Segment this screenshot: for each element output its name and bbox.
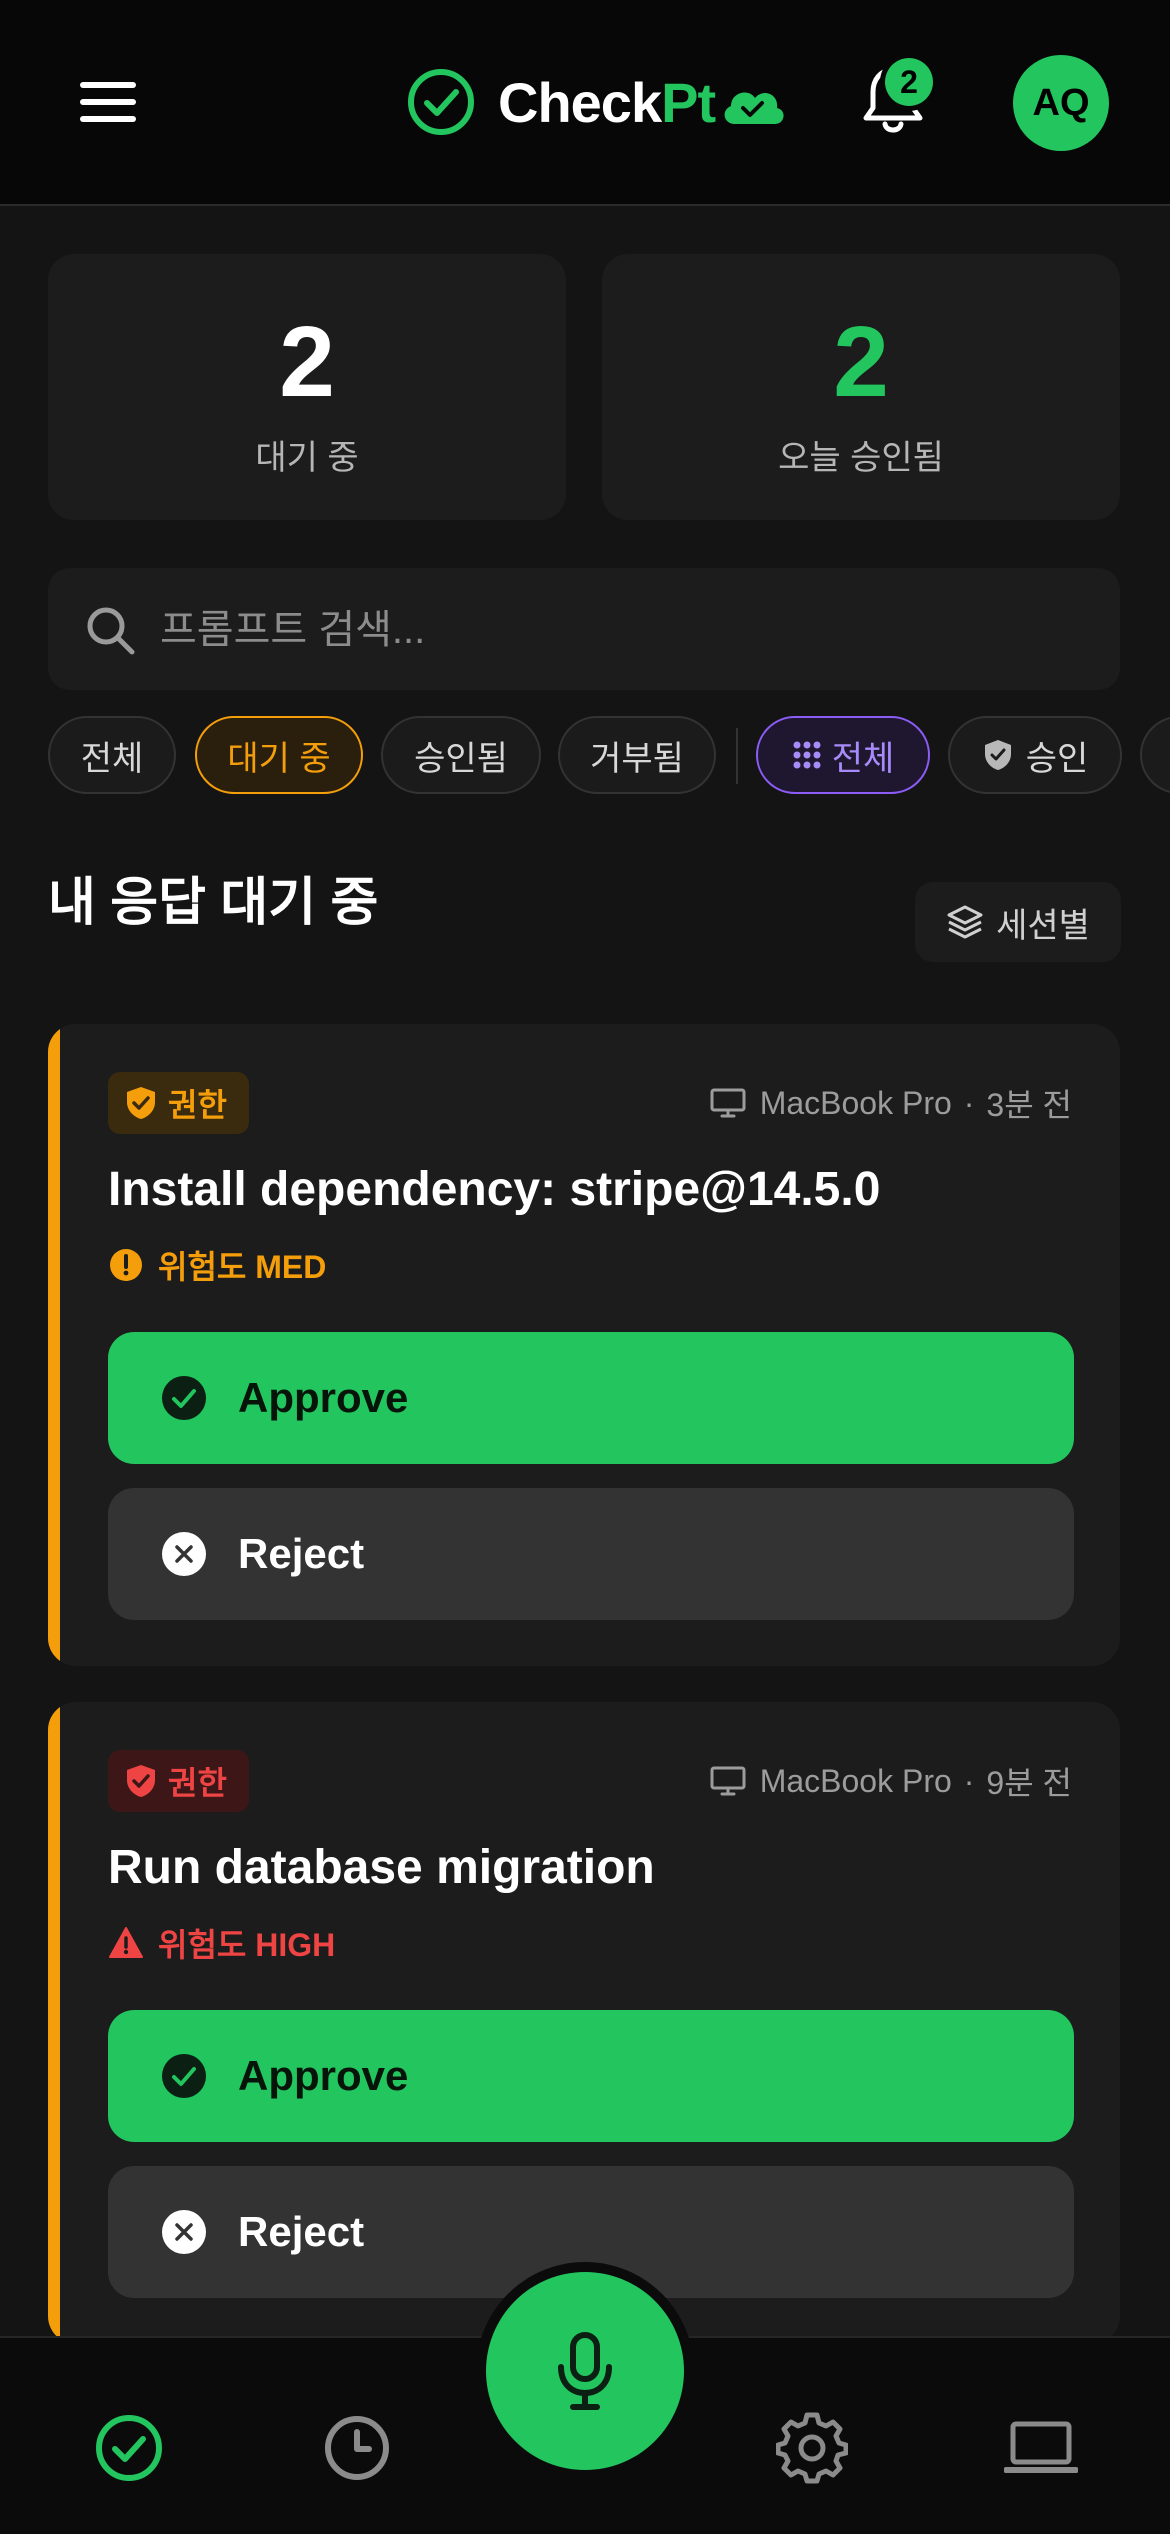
filter-status-pending[interactable]: 대기 중 (195, 716, 363, 794)
permission-badge-label: 권한 (168, 1087, 227, 1123)
stat-approved-label: 오늘 승인됨 (778, 439, 944, 477)
reject-label: Reject (238, 1530, 365, 1577)
group-by-session-button[interactable]: 세션별 (915, 882, 1121, 962)
gear-icon[interactable] (776, 2412, 848, 2484)
meta-separator: · (963, 1762, 975, 1799)
monitor-icon (710, 1766, 746, 1796)
check-circle-icon (162, 1376, 206, 1420)
shield-check-icon (127, 1087, 155, 1119)
monitor-icon (710, 1088, 746, 1118)
stat-approved-value: 2 (833, 306, 889, 418)
search-icon (87, 607, 135, 655)
approve-label: Approve (238, 1374, 409, 1421)
search-input[interactable] (158, 598, 1062, 662)
risk-level: 위험도 HIGH (108, 1920, 335, 1966)
layers-icon (947, 905, 983, 939)
stat-pending: 2 대기 중 (48, 254, 566, 520)
stat-pending-label: 대기 중 (255, 439, 359, 477)
warning-triangle-icon (109, 1927, 143, 1958)
device-name: MacBook Pro (759, 1084, 952, 1121)
filter-type-approval-label: 승인 (1025, 739, 1089, 778)
filter-type-all[interactable]: 전체 (756, 716, 930, 794)
app-header: CheckPt 2 AQ (0, 0, 1170, 206)
approve-button[interactable]: Approve (108, 1332, 1074, 1464)
risk-level-label: 위험도 HIGH (158, 1927, 336, 1963)
app-logo: CheckPt (406, 66, 787, 138)
card-time: 3분 전 (986, 1087, 1072, 1123)
avatar[interactable]: AQ (1013, 55, 1109, 151)
meta-separator: · (963, 1084, 975, 1121)
cloud-check-icon (724, 92, 784, 124)
filter-status-all[interactable]: 전체 (48, 716, 176, 794)
approval-card: 권한 MacBook Pro · 3분 전 Install dependency… (48, 1024, 1120, 1666)
card-meta: MacBook Pro · 9분 전 (710, 1758, 1072, 1804)
filter-status-rejected[interactable]: 거부됨 (558, 716, 716, 794)
approve-label: Approve (238, 2052, 409, 2099)
clock-icon[interactable] (321, 2412, 393, 2484)
device-name: MacBook Pro (759, 1762, 952, 1799)
stat-pending-value: 2 (279, 306, 335, 418)
group-by-session-label: 세션별 (996, 906, 1090, 945)
card-meta: MacBook Pro · 3분 전 (710, 1080, 1072, 1126)
shield-check-icon (127, 1765, 155, 1797)
menu-icon[interactable] (80, 82, 136, 122)
reject-label: Reject (238, 2208, 365, 2255)
permission-badge-label: 권한 (168, 1765, 227, 1801)
check-circle-icon (162, 2054, 206, 2098)
card-time: 9분 전 (986, 1765, 1072, 1801)
x-circle-icon (162, 1532, 206, 1576)
card-title: Install dependency: stripe@14.5.0 (108, 1163, 881, 1216)
app-name: CheckPt (498, 70, 716, 134)
mic-button[interactable] (486, 2272, 684, 2470)
risk-level: 위험도 MED (108, 1242, 326, 1288)
filter-divider (736, 728, 738, 784)
stat-approved-today: 2 오늘 승인됨 (602, 254, 1120, 520)
grid-icon (793, 741, 821, 769)
check-circle-icon[interactable] (93, 2412, 165, 2484)
approve-button[interactable]: Approve (108, 2010, 1074, 2142)
risk-level-label: 위험도 MED (158, 1249, 327, 1285)
reject-button[interactable]: Reject (108, 1488, 1074, 1620)
section-title: 내 응답 대기 중 (48, 874, 379, 932)
permission-badge: 권한 (108, 1750, 249, 1812)
filter-chip-overflow[interactable] (1140, 716, 1170, 794)
card-title: Run database migration (108, 1841, 655, 1894)
notification-badge: 2 (885, 58, 933, 106)
filter-type-approval[interactable]: 승인 (948, 716, 1122, 794)
shield-check-icon (984, 740, 1011, 770)
mic-icon (558, 2332, 612, 2410)
filter-type-all-label: 전체 (831, 739, 895, 778)
filter-status-approved[interactable]: 승인됨 (381, 716, 541, 794)
laptop-icon[interactable] (1004, 2412, 1078, 2484)
alert-circle-icon (110, 1249, 142, 1281)
check-circle-logo-icon (408, 69, 474, 135)
permission-badge: 권한 (108, 1072, 249, 1134)
x-circle-icon (162, 2210, 206, 2254)
approval-card: 권한 MacBook Pro · 9분 전 Run database migra… (48, 1702, 1120, 2344)
search-bar (48, 568, 1120, 690)
